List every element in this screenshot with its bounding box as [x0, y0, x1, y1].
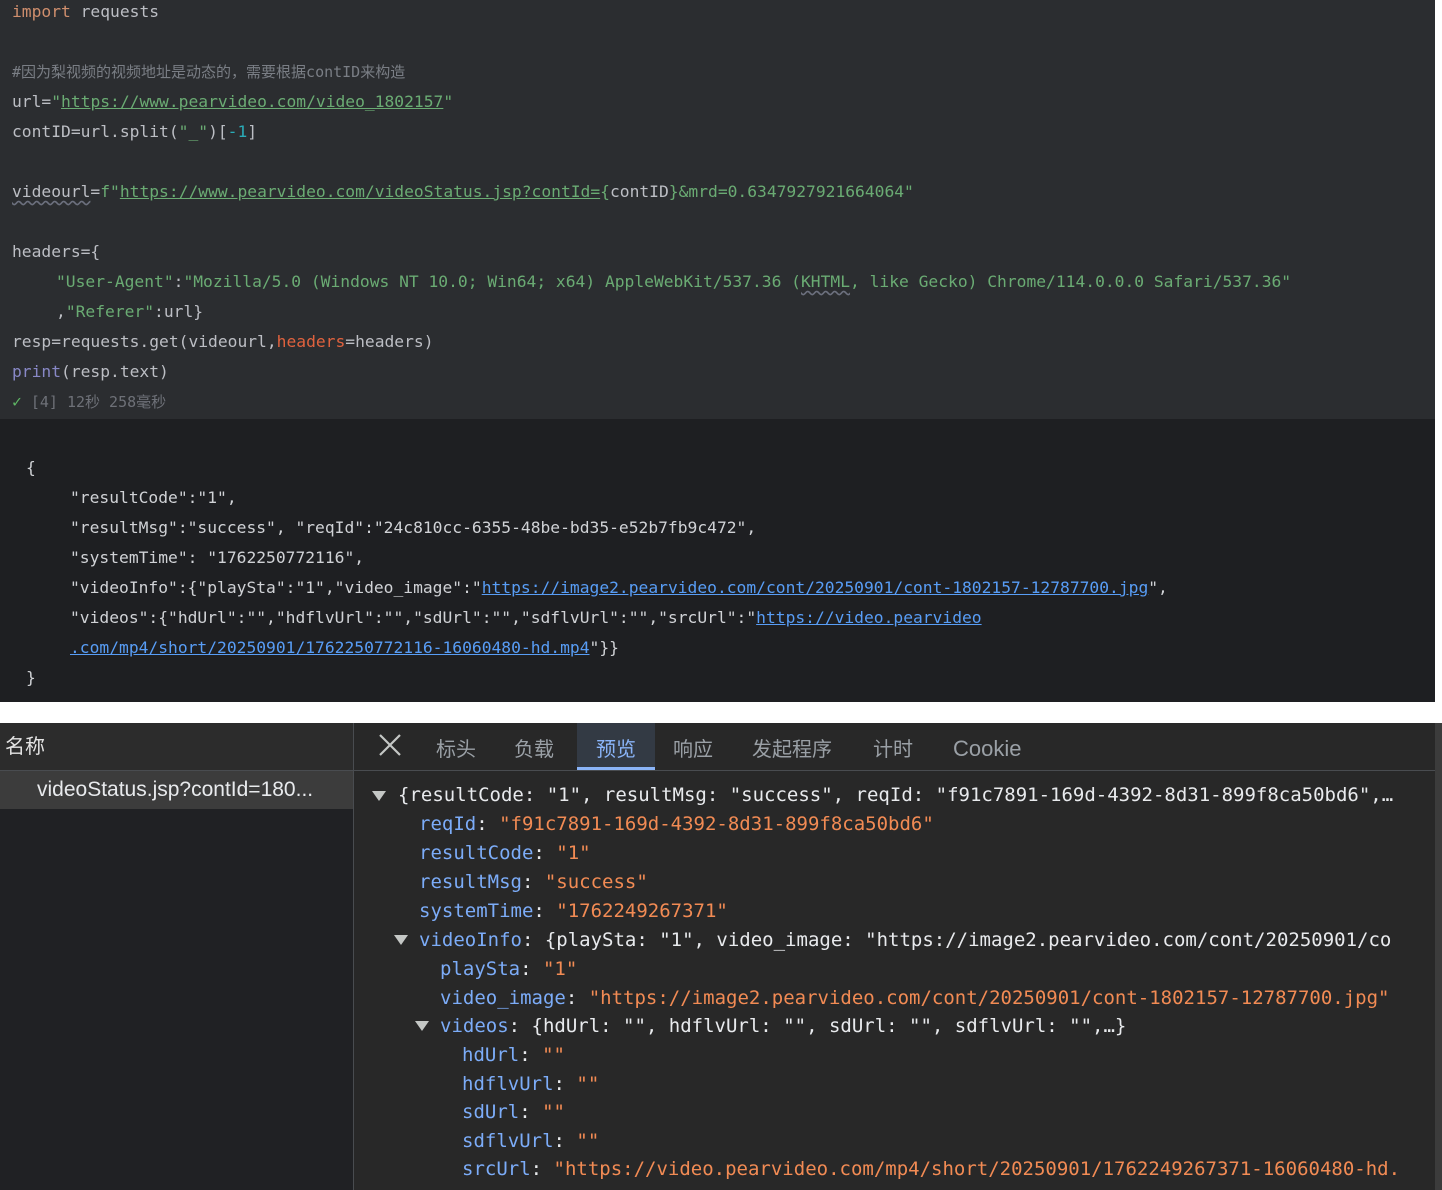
- code-line-1: import requests: [12, 2, 160, 21]
- output-line: "videos":{"hdUrl":"","hdflvUrl":"","sdUr…: [70, 608, 982, 627]
- scrollbar[interactable]: [1435, 723, 1442, 1190]
- tree-item-reqid: reqId: "f91c7891-169d-4392-8d31-899f8ca5…: [419, 813, 934, 835]
- tab-payload[interactable]: 负载: [514, 723, 554, 770]
- code-line-url: url="https://www.pearvideo.com/video_180…: [12, 92, 454, 111]
- code-line-user-agent: "User-Agent":"Mozilla/5.0 (Windows NT 10…: [56, 272, 1292, 291]
- tree-item-playsta: playSta: "1": [440, 958, 578, 980]
- tree-item-videoinfo[interactable]: videoInfo: {playSta: "1", video_image: "…: [419, 926, 1391, 955]
- expand-triangle-icon[interactable]: [372, 791, 386, 801]
- code-editor[interactable]: import requests #因为梨视频的视频地址是动态的，需要根据cont…: [0, 0, 1435, 419]
- json-preview-tree: {resultCode: "1", resultMsg: "success", …: [354, 771, 1442, 1190]
- video-src-link[interactable]: https://video.pearvideo: [756, 608, 981, 627]
- output-line: "resultCode":"1",: [70, 488, 237, 507]
- output-close-brace: }: [26, 668, 36, 687]
- output-line: .com/mp4/short/20250901/1762250772116-16…: [70, 638, 619, 657]
- tree-item-resultcode: resultCode: "1": [419, 842, 591, 864]
- tree-item-videos[interactable]: videos: {hdUrl: "", hdflvUrl: "", sdUrl:…: [440, 1012, 1126, 1041]
- check-icon: ✓: [12, 392, 22, 411]
- expand-triangle-icon[interactable]: [394, 935, 408, 945]
- devtools-network-panel: 名称 videoStatus.jsp?contId=180... 标头 负载 预…: [0, 723, 1442, 1190]
- code-line-print: print(resp.text): [12, 362, 169, 381]
- code-line-headers: headers={: [12, 242, 101, 261]
- tree-item-hdurl: hdUrl: "": [462, 1044, 565, 1066]
- request-row[interactable]: videoStatus.jsp?contId=180...: [0, 771, 353, 809]
- output-open-brace: {: [26, 458, 36, 477]
- tree-item-resultmsg: resultMsg: "success": [419, 871, 648, 893]
- detail-tabs: 标头 负载 预览 响应 发起程序 计时 Cookie: [354, 723, 1442, 771]
- code-line-videourl: videourl=f"https://www.pearvideo.com/vid…: [12, 182, 914, 201]
- request-list: 名称 videoStatus.jsp?contId=180...: [0, 723, 354, 1190]
- close-icon[interactable]: [376, 731, 404, 759]
- tab-response[interactable]: 响应: [673, 723, 713, 770]
- tree-item-hdflvurl: hdflvUrl: "": [462, 1073, 600, 1095]
- code-line-referer: ,"Referer":url}: [56, 302, 204, 321]
- tree-item-systemtime: systemTime: "1762249267371": [419, 900, 728, 922]
- request-details: 标头 负载 预览 响应 发起程序 计时 Cookie {resultCode: …: [354, 723, 1442, 1190]
- expand-triangle-icon[interactable]: [415, 1021, 429, 1031]
- tree-item-video-image: video_image: "https://image2.pearvideo.c…: [440, 987, 1390, 1009]
- tab-timing[interactable]: 计时: [873, 723, 913, 770]
- code-line-request: resp=requests.get(videourl,headers=heade…: [12, 332, 434, 351]
- screenshot-root: { "editor": { "lines": { "l1": {"kw": "i…: [0, 0, 1442, 1190]
- tab-initiator[interactable]: 发起程序: [752, 723, 832, 770]
- output-line: "systemTime": "1762250772116",: [70, 548, 365, 567]
- tab-preview[interactable]: 预览: [577, 723, 655, 770]
- code-line-comment: #因为梨视频的视频地址是动态的，需要根据contID来构造: [12, 63, 406, 81]
- tree-root-summary[interactable]: {resultCode: "1", resultMsg: "success", …: [398, 781, 1393, 810]
- tree-item-srcurl: srcUrl: "https://video.pearvideo.com/mp4…: [462, 1158, 1401, 1180]
- video-image-link[interactable]: https://image2.pearvideo.com/cont/202509…: [482, 578, 1149, 597]
- output-line: "resultMsg":"success", "reqId":"24c810cc…: [70, 518, 757, 537]
- tree-item-sdurl: sdUrl: "": [462, 1101, 565, 1123]
- cell-exec-status: ✓ [4] 12秒 258毫秒: [12, 392, 167, 411]
- code-line-contid: contID=url.split("_")[-1]: [12, 122, 258, 141]
- cell-output[interactable]: { "resultCode":"1", "resultMsg":"success…: [0, 419, 1435, 702]
- tab-headers[interactable]: 标头: [436, 723, 476, 770]
- name-column-header[interactable]: 名称: [0, 723, 353, 771]
- tab-cookie[interactable]: Cookie: [953, 723, 1021, 770]
- video-src-link-cont[interactable]: .com/mp4/short/20250901/1762250772116-16…: [70, 638, 590, 657]
- tree-item-sdflvurl: sdflvUrl: "": [462, 1130, 600, 1152]
- output-line: "videoInfo":{"playSta":"1","video_image"…: [70, 578, 1168, 597]
